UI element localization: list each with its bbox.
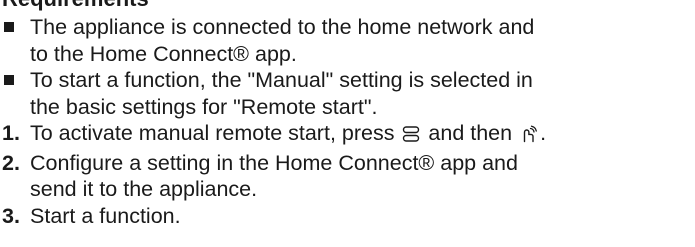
step-text: Start a function. xyxy=(30,203,181,228)
step-text-line-1: Configure a setting in the Home Connect®… xyxy=(30,150,518,175)
instruction-page: Requirements The appliance is connected … xyxy=(0,0,695,247)
step-text-line-2: send it to the appliance. xyxy=(30,177,258,201)
requirements-heading: Requirements xyxy=(2,0,149,12)
step-item: 1. To activate manual remote start, pres… xyxy=(0,120,695,150)
square-bullet-icon xyxy=(4,75,14,85)
requirement-text-line-2: the basic settings for "Remote start". xyxy=(30,94,378,119)
remote-start-icon xyxy=(520,123,538,150)
step-text-before-icon: To activate manual remote start, press xyxy=(30,121,401,145)
requirement-text-line-1: The appliance is connected to the home n… xyxy=(30,15,535,39)
step-item: 2. Configure a setting in the Home Conne… xyxy=(0,150,695,203)
square-bullet-icon xyxy=(4,22,14,32)
requirement-text-line-1: To start a function, the "Manual" settin… xyxy=(30,68,533,92)
step-number: 3. xyxy=(2,203,20,228)
instructions-list: The appliance is connected to the home n… xyxy=(0,14,695,229)
requirement-item: The appliance is connected to the home n… xyxy=(0,14,695,67)
step-item: 3. Start a function. xyxy=(0,203,695,230)
menu-lines-icon xyxy=(402,123,420,150)
requirement-text-line-2: to the Home Connect® app. xyxy=(30,41,297,66)
step-text-between-icons: and then xyxy=(422,121,519,145)
step-text-after-icon: . xyxy=(540,121,547,145)
step-number: 1. xyxy=(2,121,20,145)
requirement-item: To start a function, the "Manual" settin… xyxy=(0,67,695,120)
step-number: 2. xyxy=(2,150,20,175)
